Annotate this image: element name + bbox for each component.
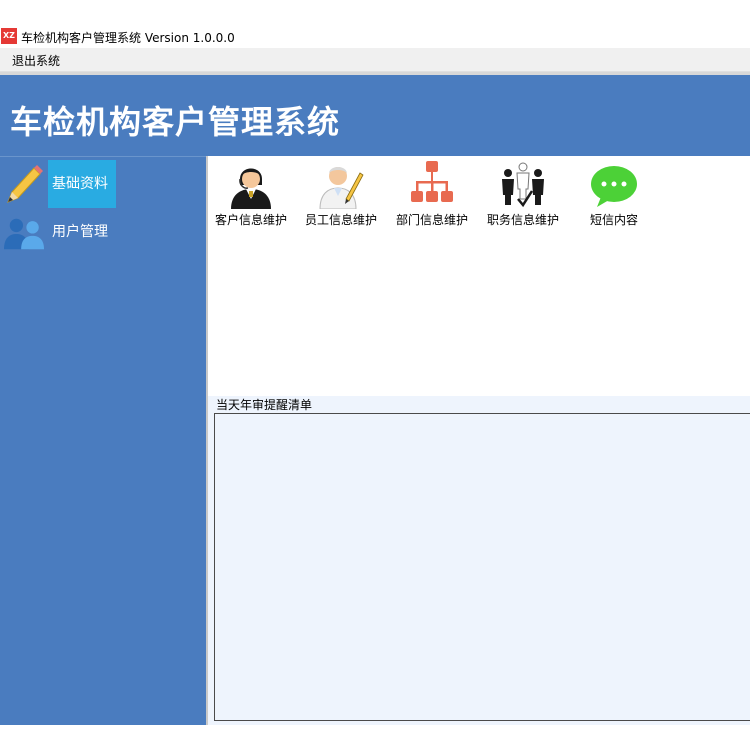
employee-icon (319, 167, 364, 209)
job-position-icon (502, 162, 544, 208)
menu-bar: 退出系统 (0, 48, 750, 72)
tool-job-position-info[interactable]: 职务信息维护 (481, 159, 565, 229)
tool-label: 客户信息维护 (214, 213, 287, 227)
sidebar-item-user-management[interactable]: 用户管理 (0, 208, 206, 256)
tool-label: 职务信息维护 (486, 213, 559, 227)
sidebar: 基础资料 用户管理 (0, 156, 206, 726)
tool-customer-info[interactable]: 客户信息维护 (209, 159, 293, 229)
menu-item-exit[interactable]: 退出系统 (12, 52, 60, 69)
reminder-group: 当天年审提醒清单 (208, 396, 750, 725)
customer-service-icon (231, 168, 271, 209)
reminder-title: 当天年审提醒清单 (215, 396, 314, 413)
tool-employee-info[interactable]: 员工信息维护 (299, 159, 383, 229)
pencil-icon (7, 165, 43, 203)
banner-title: 车检机构客户管理系统 (10, 103, 341, 141)
header-banner: 车检机构客户管理系统 (0, 75, 750, 156)
reminder-list[interactable] (214, 413, 750, 721)
status-strip (0, 725, 750, 750)
tool-department-info[interactable]: 部门信息维护 (390, 159, 474, 229)
tool-label: 部门信息维护 (395, 213, 468, 227)
tool-label: 员工信息维护 (304, 213, 377, 227)
org-chart-icon (411, 161, 453, 202)
window-title: 车检机构客户管理系统 Version 1.0.0.0 (21, 31, 235, 45)
app-logo-icon: XZ (1, 28, 17, 44)
main-content: 客户信息维护 员工信息维护 部门信息维护 职务信息维护 短信内容 当天年审提醒清… (208, 157, 750, 725)
sms-bubble-icon (591, 166, 637, 207)
tool-label: 短信内容 (589, 213, 638, 227)
app-window: XZ 车检机构客户管理系统 Version 1.0.0.0 退出系统 车检机构客… (0, 0, 750, 750)
sidebar-item-label: 基础资料 (48, 160, 116, 208)
tool-sms-content[interactable]: 短信内容 (572, 159, 656, 229)
sidebar-item-label: 用户管理 (52, 224, 108, 240)
sidebar-item-basic-data[interactable]: 基础资料 (0, 160, 206, 208)
title-bar[interactable]: XZ 车检机构客户管理系统 Version 1.0.0.0 (0, 26, 750, 48)
users-icon (4, 218, 44, 250)
